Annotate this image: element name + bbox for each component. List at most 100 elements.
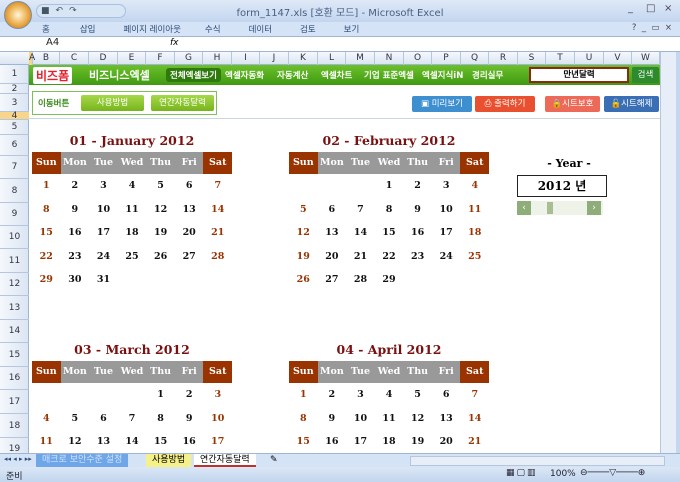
- calendar-day: 3: [357, 389, 364, 400]
- column-header[interactable]: R: [489, 52, 518, 65]
- nav-excel-chart[interactable]: 엑셀차트: [321, 69, 352, 81]
- search-button[interactable]: 검색: [632, 67, 659, 83]
- column-header[interactable]: V: [604, 52, 632, 65]
- help-icon[interactable]: ? _ ▭ ×: [632, 22, 672, 36]
- calendar-day: 7: [471, 389, 479, 400]
- annual-calendar-button[interactable]: 연간자동달력: [151, 95, 214, 111]
- year-next-button[interactable]: ›: [587, 201, 601, 215]
- calendar-day: 17: [211, 436, 225, 447]
- row-header[interactable]: 1: [0, 65, 29, 84]
- row-header[interactable]: 16: [0, 367, 29, 390]
- row-header[interactable]: 13: [0, 296, 29, 320]
- tab-home[interactable]: 홈: [42, 22, 50, 36]
- row-header[interactable]: 12: [0, 273, 29, 296]
- calendar-day: 24: [439, 250, 453, 262]
- tab-page-layout[interactable]: 페이지 레이아웃: [123, 22, 180, 36]
- usage-button[interactable]: 사용방법: [81, 95, 144, 111]
- column-header[interactable]: T: [546, 52, 575, 65]
- print-button[interactable]: ⎙ 출력하기: [475, 96, 535, 112]
- column-header[interactable]: U: [575, 52, 604, 65]
- column-header[interactable]: D: [89, 52, 118, 65]
- column-header[interactable]: I: [232, 52, 260, 65]
- minimize-button[interactable]: _: [628, 3, 633, 14]
- worksheet: 비즈폼 비즈니스엑셀 전체엑셀보기 엑셀자동화 자동계산 엑셀차트 기업 표준엑…: [29, 65, 660, 453]
- name-box[interactable]: A4: [2, 37, 120, 50]
- preview-button[interactable]: ▣ 미리보기: [412, 96, 472, 112]
- column-header[interactable]: G: [175, 52, 203, 65]
- zoom-level[interactable]: 100%: [550, 469, 576, 479]
- row-header[interactable]: 2: [0, 84, 29, 94]
- row-header[interactable]: 9: [0, 203, 29, 226]
- column-header[interactable]: P: [432, 52, 461, 65]
- row-header[interactable]: 15: [0, 343, 29, 367]
- year-scroll-thumb[interactable]: [547, 202, 553, 214]
- unprotect-label: 시트해제: [621, 99, 653, 109]
- close-button[interactable]: ×: [664, 3, 672, 14]
- column-header[interactable]: H: [203, 52, 232, 65]
- unprotect-sheet-button[interactable]: 🔓시트해제: [604, 96, 659, 112]
- column-header[interactable]: Q: [461, 52, 489, 65]
- vertical-scrollbar[interactable]: [660, 52, 676, 453]
- column-header[interactable]: E: [118, 52, 146, 65]
- calendar-day: 9: [185, 412, 193, 424]
- horizontal-scrollbar[interactable]: [410, 456, 665, 466]
- protect-sheet-button[interactable]: 🔒시트보호: [545, 96, 600, 112]
- year-prev-button[interactable]: ‹: [517, 201, 531, 215]
- row-header[interactable]: 8: [0, 179, 29, 203]
- row-header[interactable]: 5: [0, 120, 29, 135]
- nav-auto-calc[interactable]: 자동계산: [277, 69, 308, 81]
- row-header[interactable]: 10: [0, 226, 29, 249]
- column-header[interactable]: M: [346, 52, 375, 65]
- column-header[interactable]: F: [146, 52, 175, 65]
- row-header[interactable]: 4: [0, 112, 29, 121]
- column-header[interactable]: N: [375, 52, 404, 65]
- column-header[interactable]: L: [318, 52, 346, 65]
- search-input[interactable]: 만년달력: [529, 67, 629, 83]
- year-scrollbar[interactable]: ‹ ›: [517, 201, 603, 215]
- column-header[interactable]: W: [632, 52, 660, 65]
- nav-corporate-excel[interactable]: 기업 표준엑셀: [364, 69, 414, 81]
- calendar-day: 18: [125, 227, 139, 238]
- column-header[interactable]: C: [60, 52, 89, 65]
- tab-review[interactable]: 검토: [300, 22, 316, 36]
- column-header[interactable]: O: [404, 52, 432, 65]
- column-header[interactable]: B: [33, 52, 60, 65]
- fx-icon[interactable]: fx: [170, 38, 179, 48]
- sheet-tab-annual-calendar[interactable]: 연간자동달력: [194, 454, 256, 467]
- sheet-tab-usage[interactable]: 사용방법: [146, 454, 192, 467]
- calendar-day: 25: [125, 250, 139, 262]
- office-button[interactable]: [4, 1, 32, 29]
- formula-input[interactable]: [182, 37, 672, 51]
- calendar-day: 13: [439, 412, 453, 424]
- nav-accounting[interactable]: 경리실무: [472, 69, 503, 81]
- row-header[interactable]: 11: [0, 249, 29, 273]
- calendar-day: 22: [39, 250, 53, 262]
- row-header[interactable]: 14: [0, 320, 29, 343]
- view-buttons[interactable]: ▦▢▥: [506, 468, 538, 478]
- calendar-day: 10: [353, 412, 368, 424]
- nav-excel-automation[interactable]: 엑셀자동화: [225, 69, 264, 81]
- tab-view[interactable]: 보기: [344, 22, 360, 36]
- tab-insert[interactable]: 삽입: [80, 22, 96, 36]
- nav-excel-knowledge[interactable]: 엑셀지식iN: [422, 69, 463, 81]
- insert-sheet-icon[interactable]: ✎: [264, 454, 284, 467]
- row-header[interactable]: 17: [0, 390, 29, 414]
- column-header[interactable]: S: [518, 52, 546, 65]
- weekday-header: Sun Mon Tue Wed Thu Fri Sat: [32, 361, 233, 383]
- row-header[interactable]: 3: [0, 94, 29, 112]
- maximize-button[interactable]: □: [646, 3, 655, 14]
- nav-all-excel[interactable]: 전체엑셀보기: [166, 68, 221, 82]
- row-header[interactable]: 6: [0, 135, 29, 156]
- column-header[interactable]: K: [289, 52, 318, 65]
- calendar-day: 15: [39, 227, 53, 238]
- tab-data[interactable]: 데이터: [249, 22, 272, 36]
- zoom-slider[interactable]: ⊖────▽────⊕: [580, 468, 645, 478]
- bizform-logo[interactable]: 비즈폼: [33, 67, 73, 84]
- tab-scroll-buttons[interactable]: ◂◂ ◂ ▸ ▸▸: [4, 455, 32, 463]
- sheet-tab-macro[interactable]: 매크로 보안수준 설정: [36, 454, 129, 467]
- column-header[interactable]: J: [260, 52, 289, 65]
- row-header[interactable]: 7: [0, 156, 29, 179]
- row-header[interactable]: 18: [0, 414, 29, 438]
- business-excel-logo[interactable]: 비즈니스엑셀: [89, 67, 150, 83]
- tab-formulas[interactable]: 수식: [205, 22, 221, 36]
